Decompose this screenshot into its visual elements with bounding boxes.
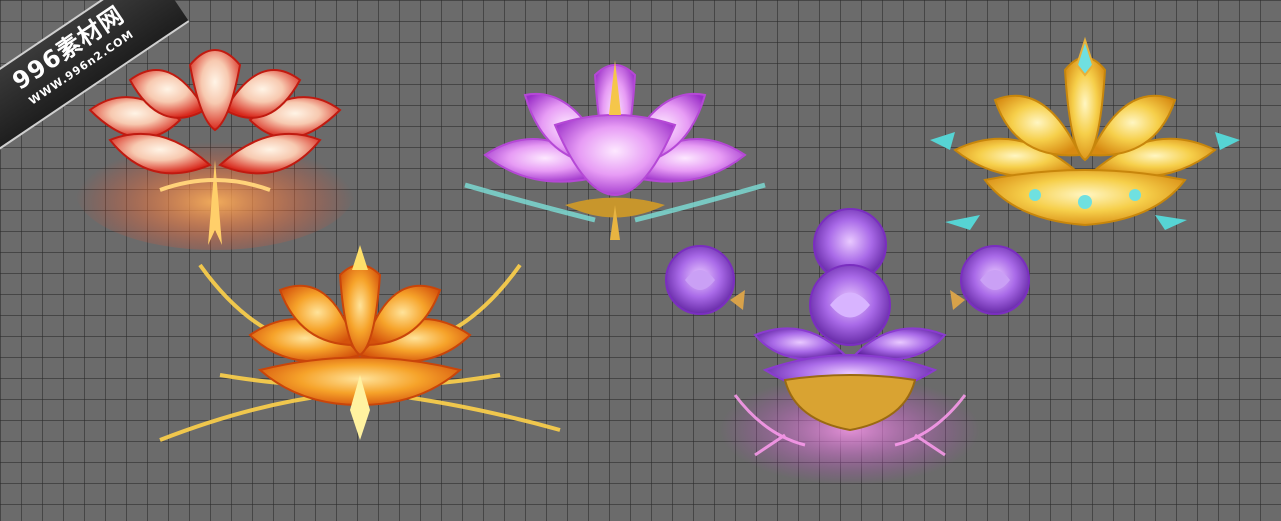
- orange-lotus-icon: [159, 245, 561, 450]
- purple-rose-throne-icon: [635, 205, 1065, 495]
- red-lotus-icon: [70, 40, 360, 255]
